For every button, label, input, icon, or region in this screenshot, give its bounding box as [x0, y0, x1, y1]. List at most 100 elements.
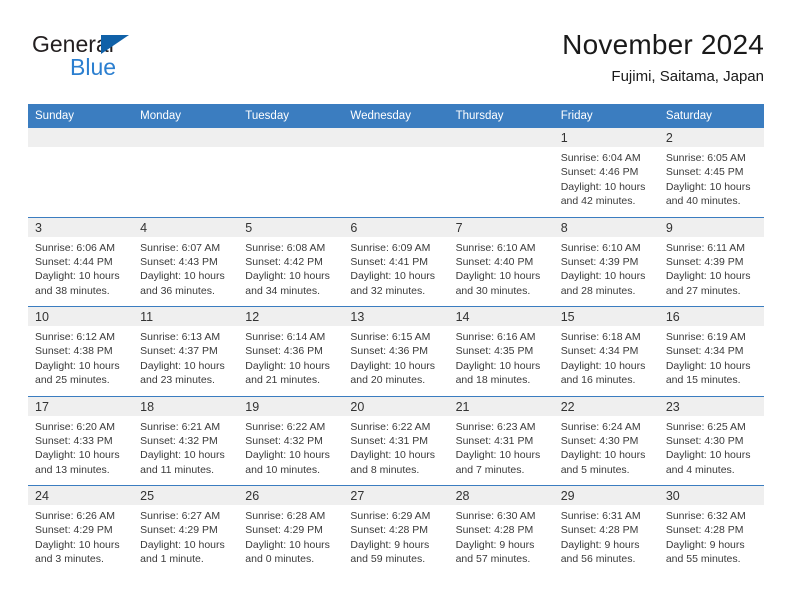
- calendar-day-cell[interactable]: 5 Sunrise: 6:08 AM Sunset: 4:42 PM Daylight…: [238, 217, 344, 306]
- daylight-text-line2: and 11 minutes.: [140, 463, 215, 476]
- daylight-text-line1: Daylight: 10 hours: [350, 270, 436, 283]
- day-details: Sunrise: 6:25 AM Sunset: 4:30 PM Daylight:…: [659, 416, 764, 478]
- day-number-band: 23: [658, 396, 764, 416]
- day-number: 21: [455, 399, 470, 414]
- calendar-day-cell[interactable]: 19 Sunrise: 6:22 AM Sunset: 4:32 PM Dayligh…: [238, 396, 344, 485]
- calendar-day-cell[interactable]: 11 Sunrise: 6:13 AM Sunset: 4:37 PM Dayligh…: [133, 307, 239, 396]
- daylight-text-line1: Daylight: 10 hours: [560, 270, 646, 283]
- daylight-text-line2: and 28 minutes.: [560, 284, 636, 297]
- day-details: Sunrise: 6:11 AM Sunset: 4:39 PM Daylight:…: [659, 237, 764, 299]
- daylight-text-line1: Daylight: 9 hours: [455, 538, 535, 551]
- calendar-day-cell[interactable]: 25 Sunrise: 6:27 AM Sunset: 4:29 PM Dayligh…: [133, 486, 239, 575]
- daylight-text-line1: Daylight: 10 hours: [665, 180, 751, 193]
- daylight-text-line2: and 32 minutes.: [350, 284, 426, 297]
- day-number: 17: [35, 399, 49, 414]
- calendar-week-row: 24 Sunrise: 6:26 AM Sunset: 4:29 PM Dayligh…: [28, 485, 764, 575]
- sunset-text: Sunset: 4:39 PM: [560, 255, 639, 268]
- sunrise-text: Sunrise: 6:04 AM: [560, 152, 641, 164]
- day-number-band: 3: [28, 217, 134, 237]
- day-number-band: 18: [133, 396, 239, 416]
- calendar-day-cell[interactable]: 17 Sunrise: 6:20 AM Sunset: 4:33 PM Dayligh…: [28, 396, 134, 485]
- sunset-text: Sunset: 4:29 PM: [245, 524, 323, 537]
- calendar-day-cell[interactable]: 14 Sunrise: 6:16 AM Sunset: 4:35 PM Dayligh…: [448, 307, 554, 396]
- day-details: Sunrise: 6:20 AM Sunset: 4:33 PM Daylight:…: [28, 416, 133, 478]
- sunset-text: Sunset: 4:40 PM: [455, 255, 534, 268]
- calendar-day-cell[interactable]: 8 Sunrise: 6:10 AM Sunset: 4:39 PM Daylight…: [553, 217, 659, 306]
- calendar-day-cell[interactable]: 28 Sunrise: 6:30 AM Sunset: 4:28 PM Dayligh…: [448, 486, 554, 575]
- calendar-day-cell[interactable]: 9 Sunrise: 6:11 AM Sunset: 4:39 PM Daylight…: [658, 217, 764, 306]
- daylight-text-line2: and 40 minutes.: [665, 195, 741, 208]
- sunrise-text: Sunrise: 6:30 AM: [455, 510, 536, 522]
- calendar-day-cell[interactable]: 16 Sunrise: 6:19 AM Sunset: 4:34 PM Dayligh…: [658, 307, 764, 396]
- daylight-text-line1: Daylight: 10 hours: [245, 538, 330, 551]
- day-details: Sunrise: 6:04 AM Sunset: 4:46 PM Daylight:…: [554, 147, 659, 209]
- daylight-text-line2: and 13 minutes.: [35, 463, 110, 476]
- day-details: Sunrise: 6:22 AM Sunset: 4:32 PM Daylight:…: [238, 416, 343, 478]
- daylight-text-line2: and 1 minute.: [140, 553, 204, 566]
- calendar-day-cell[interactable]: 18 Sunrise: 6:21 AM Sunset: 4:32 PM Dayligh…: [133, 396, 239, 485]
- sunset-text: Sunset: 4:32 PM: [245, 434, 323, 447]
- daylight-text-line2: and 55 minutes.: [665, 553, 741, 566]
- general-blue-logo[interactable]: General Blue: [32, 32, 252, 88]
- sunrise-text: Sunrise: 6:27 AM: [140, 510, 221, 522]
- day-number-band: 29: [553, 486, 659, 505]
- calendar-day-cell[interactable]: 15 Sunrise: 6:18 AM Sunset: 4:34 PM Dayligh…: [553, 307, 659, 396]
- daylight-text-line1: Daylight: 10 hours: [455, 270, 541, 283]
- calendar-day-cell[interactable]: 1 Sunrise: 6:04 AM Sunset: 4:46 PM Daylight…: [553, 128, 659, 217]
- daylight-text-line2: and 38 minutes.: [35, 284, 110, 297]
- calendar-day-cell[interactable]: 4 Sunrise: 6:07 AM Sunset: 4:43 PM Daylight…: [133, 217, 239, 306]
- daylight-text-line1: Daylight: 10 hours: [665, 449, 751, 462]
- daylight-text-line1: Daylight: 10 hours: [560, 359, 646, 372]
- day-number: 30: [665, 489, 680, 503]
- sunrise-text: Sunrise: 6:18 AM: [560, 331, 641, 343]
- sunset-text: Sunset: 4:31 PM: [455, 434, 534, 447]
- daylight-text-line2: and 27 minutes.: [665, 284, 741, 297]
- calendar-day-cell[interactable]: 3 Sunrise: 6:06 AM Sunset: 4:44 PM Daylight…: [28, 217, 134, 306]
- sunset-text: Sunset: 4:28 PM: [560, 524, 639, 537]
- sunrise-text: Sunrise: 6:10 AM: [455, 241, 536, 254]
- day-details: Sunrise: 6:10 AM Sunset: 4:40 PM Daylight:…: [449, 237, 554, 299]
- calendar-day-cell[interactable]: 13 Sunrise: 6:15 AM Sunset: 4:36 PM Dayligh…: [343, 307, 449, 396]
- calendar-day-cell[interactable]: 10 Sunrise: 6:12 AM Sunset: 4:38 PM Dayligh…: [28, 307, 134, 396]
- day-number: 1: [560, 131, 568, 145]
- day-number-band: 1: [553, 128, 659, 147]
- day-details: Sunrise: 6:07 AM Sunset: 4:43 PM Daylight:…: [133, 237, 238, 299]
- day-number: 2: [665, 131, 673, 145]
- daylight-text-line1: Daylight: 10 hours: [35, 270, 120, 283]
- day-number-band: 25: [133, 486, 239, 505]
- calendar-day-cell[interactable]: 30 Sunrise: 6:32 AM Sunset: 4:28 PM Dayligh…: [658, 486, 764, 575]
- day-number: 3: [35, 220, 42, 235]
- daylight-text-line2: and 23 minutes.: [140, 374, 215, 387]
- sunrise-text: Sunrise: 6:16 AM: [455, 331, 536, 343]
- day-details: Sunrise: 6:29 AM Sunset: 4:28 PM Daylight:…: [343, 505, 448, 567]
- calendar-day-cell[interactable]: 6 Sunrise: 6:09 AM Sunset: 4:41 PM Daylight…: [343, 217, 449, 306]
- day-number: 4: [140, 220, 148, 235]
- calendar-day-cell[interactable]: 27 Sunrise: 6:29 AM Sunset: 4:28 PM Dayligh…: [343, 486, 449, 575]
- calendar-week-row: 10 Sunrise: 6:12 AM Sunset: 4:38 PM Dayligh…: [28, 306, 764, 396]
- daylight-text-line2: and 57 minutes.: [455, 553, 531, 566]
- sunrise-text: Sunrise: 6:32 AM: [665, 510, 746, 522]
- calendar-day-cell[interactable]: 21 Sunrise: 6:23 AM Sunset: 4:31 PM Dayligh…: [448, 396, 554, 485]
- sunrise-text: Sunrise: 6:21 AM: [140, 420, 221, 433]
- calendar-day-cell[interactable]: 26 Sunrise: 6:28 AM Sunset: 4:29 PM Dayligh…: [238, 486, 344, 575]
- day-details: Sunrise: 6:18 AM Sunset: 4:34 PM Daylight:…: [554, 326, 659, 388]
- sunset-text: Sunset: 4:39 PM: [665, 255, 744, 268]
- sunset-text: Sunset: 4:32 PM: [140, 434, 218, 447]
- calendar-day-cell[interactable]: 24 Sunrise: 6:26 AM Sunset: 4:29 PM Dayligh…: [28, 486, 134, 575]
- day-number: 16: [665, 310, 680, 324]
- daylight-text-line2: and 5 minutes.: [560, 463, 630, 476]
- calendar-day-cell[interactable]: 29 Sunrise: 6:31 AM Sunset: 4:28 PM Dayligh…: [553, 486, 659, 575]
- sunset-text: Sunset: 4:41 PM: [350, 255, 429, 268]
- daylight-text-line1: Daylight: 9 hours: [350, 538, 430, 551]
- daylight-text-line1: Daylight: 10 hours: [560, 180, 646, 193]
- sunrise-text: Sunrise: 6:08 AM: [245, 241, 326, 254]
- sunrise-text: Sunrise: 6:31 AM: [560, 510, 641, 522]
- day-number-band: 6: [343, 217, 449, 237]
- calendar-day-cell[interactable]: 23 Sunrise: 6:25 AM Sunset: 4:30 PM Dayligh…: [658, 396, 764, 485]
- calendar-day-cell[interactable]: 2 Sunrise: 6:05 AM Sunset: 4:45 PM Daylight…: [658, 128, 764, 217]
- sunset-text: Sunset: 4:28 PM: [665, 524, 744, 537]
- calendar-day-cell[interactable]: 20 Sunrise: 6:22 AM Sunset: 4:31 PM Dayligh…: [343, 396, 449, 485]
- calendar-day-cell[interactable]: 7 Sunrise: 6:10 AM Sunset: 4:40 PM Daylight…: [448, 217, 554, 306]
- calendar-day-cell[interactable]: 22 Sunrise: 6:24 AM Sunset: 4:30 PM Dayligh…: [553, 396, 659, 485]
- calendar-day-cell[interactable]: 12 Sunrise: 6:14 AM Sunset: 4:36 PM Dayligh…: [238, 307, 344, 396]
